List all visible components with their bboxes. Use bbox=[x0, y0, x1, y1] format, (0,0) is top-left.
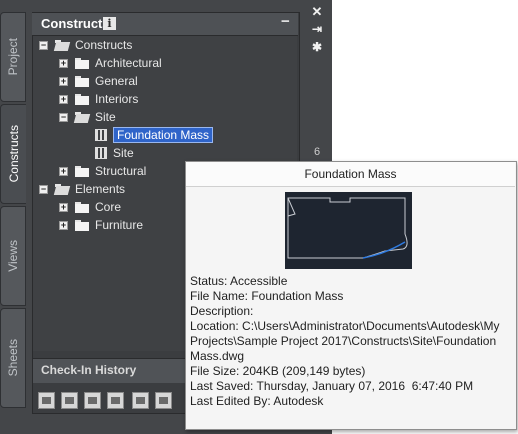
repath-icon[interactable] bbox=[132, 392, 149, 409]
close-icon[interactable]: ✕ bbox=[309, 4, 325, 20]
tree-node-label: Site bbox=[95, 110, 116, 124]
collapse-icon[interactable]: − bbox=[59, 112, 68, 122]
file-name-line: File Name: Foundation Mass bbox=[190, 289, 344, 303]
tooltip-details: Status: Accessible File Name: Foundation… bbox=[190, 274, 512, 409]
expand-icon[interactable]: + bbox=[59, 94, 68, 104]
folder-icon bbox=[75, 57, 89, 69]
folder-icon bbox=[75, 201, 89, 213]
tree-node-label: Elements bbox=[75, 182, 126, 196]
tree-node-general[interactable]: + General bbox=[59, 72, 138, 90]
drawing-preview-thumbnail bbox=[285, 192, 412, 269]
folder-open-icon bbox=[55, 183, 69, 195]
tree-node-label: Architectural bbox=[95, 56, 162, 70]
file-size-line: File Size: 204KB (209,149 bytes) bbox=[190, 364, 366, 378]
folder-icon bbox=[75, 75, 89, 87]
folder-open-icon bbox=[75, 111, 89, 123]
collapse-icon[interactable]: − bbox=[39, 184, 48, 194]
clipboard-icon[interactable] bbox=[107, 392, 124, 409]
add-category-icon[interactable] bbox=[84, 392, 101, 409]
construct-icon bbox=[95, 129, 107, 141]
properties-icon[interactable] bbox=[155, 392, 172, 409]
tree-node-site-construct[interactable]: Site bbox=[95, 144, 134, 162]
expand-icon[interactable]: + bbox=[59, 58, 68, 68]
expand-icon[interactable]: + bbox=[59, 202, 68, 212]
add-element-icon[interactable] bbox=[61, 392, 78, 409]
tree-node-label: Constructs bbox=[75, 38, 133, 52]
folder-open-icon bbox=[55, 39, 69, 51]
tree-node-furniture[interactable]: + Furniture bbox=[59, 216, 143, 234]
tree-node-label: Furniture bbox=[95, 218, 144, 232]
tree-node-label: Site bbox=[113, 146, 134, 160]
tab-constructs[interactable]: Constructs bbox=[0, 104, 26, 204]
tree-node-label: Structural bbox=[95, 164, 147, 178]
tree-node-label: General bbox=[95, 74, 138, 88]
tree-node-label: Core bbox=[95, 200, 122, 214]
folder-icon bbox=[75, 93, 89, 105]
expand-icon[interactable]: + bbox=[59, 76, 68, 86]
last-saved-line: Last Saved: Thursday, January 07, 2016 6… bbox=[190, 379, 474, 393]
tree-node-foundation-mass[interactable]: Foundation Mass bbox=[95, 126, 214, 144]
expand-icon[interactable]: + bbox=[59, 166, 68, 176]
tab-views[interactable]: Views bbox=[0, 206, 26, 306]
pin-icon[interactable]: ⇥ bbox=[309, 22, 325, 36]
tree-node-interiors[interactable]: + Interiors bbox=[59, 90, 138, 108]
tree-node-label: Interiors bbox=[95, 92, 139, 106]
location-line-2: Projects\Sample Project 2017\Constructs\… bbox=[190, 334, 497, 348]
add-construct-icon[interactable] bbox=[38, 392, 55, 409]
tree-node-core[interactable]: + Core bbox=[59, 198, 121, 216]
tooltip-title: Foundation Mass bbox=[304, 167, 397, 181]
tab-constructs-label: Constructs bbox=[6, 125, 21, 183]
tree-node-site-folder[interactable]: − Site bbox=[59, 108, 116, 126]
construct-icon bbox=[95, 147, 107, 159]
tab-project[interactable]: Project bbox=[0, 12, 26, 102]
tree-node-structural[interactable]: + Structural bbox=[59, 162, 146, 180]
description-line: Description: bbox=[190, 304, 254, 318]
panel-title: Constructs bbox=[41, 16, 110, 31]
expand-icon[interactable]: + bbox=[59, 220, 68, 230]
tree-node-elements[interactable]: − Elements bbox=[39, 180, 125, 198]
edge-text: 6 bbox=[313, 146, 321, 158]
checkin-history-title: Check-In History bbox=[41, 363, 137, 377]
tree-node-constructs[interactable]: − Constructs bbox=[39, 36, 132, 54]
location-line-1: Location: C:\Users\Administrator\Documen… bbox=[190, 319, 500, 333]
tab-project-label: Project bbox=[6, 38, 20, 76]
collapse-icon[interactable]: − bbox=[39, 40, 48, 50]
folder-icon bbox=[75, 165, 89, 177]
settings-icon[interactable]: ✱ bbox=[309, 40, 325, 54]
status-line: Status: Accessible bbox=[190, 274, 288, 288]
folder-icon bbox=[75, 219, 89, 231]
tree-node-label-selected: Foundation Mass bbox=[113, 127, 214, 143]
tab-sheets[interactable]: Sheets bbox=[0, 308, 26, 408]
drawing-preview-graphic bbox=[287, 197, 408, 259]
info-icon[interactable]: i bbox=[103, 17, 116, 30]
tab-views-label: Views bbox=[6, 240, 20, 272]
tree-node-architectural[interactable]: + Architectural bbox=[59, 54, 162, 72]
tab-sheets-label: Sheets bbox=[6, 339, 20, 377]
collapse-panel-button[interactable]: − bbox=[281, 13, 290, 30]
location-line-3: Mass.dwg bbox=[190, 349, 245, 363]
last-edited-line: Last Edited By: Autodesk bbox=[190, 394, 324, 408]
